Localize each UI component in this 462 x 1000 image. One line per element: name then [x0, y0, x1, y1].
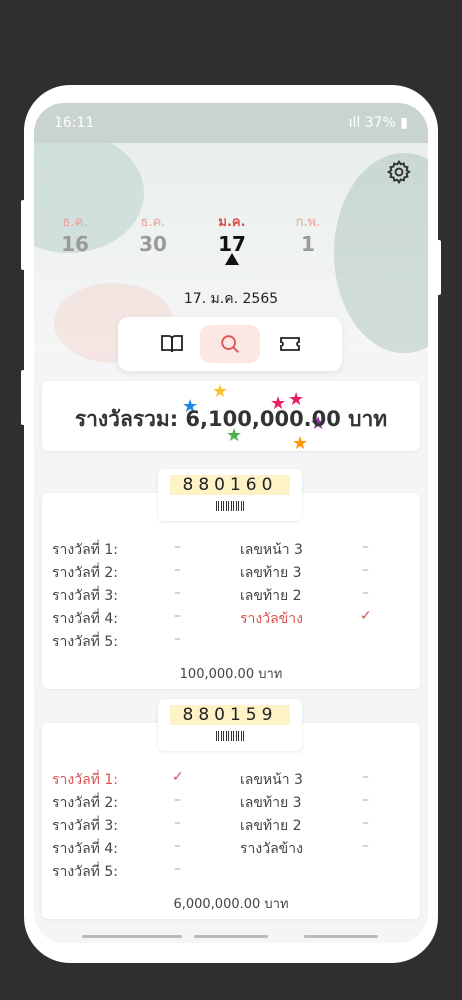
- month-item-dec-30[interactable]: ธ.ค. 30: [118, 211, 188, 256]
- no-match-dash: –: [174, 838, 181, 854]
- total-prize-card: ★ ★ ★ ★ ★ ★ ★ รางวัลรวม: 6,100,000.00 บา…: [42, 381, 420, 454]
- signal-icon: ıll: [348, 115, 365, 131]
- selected-date: 17. ม.ค. 2565: [183, 291, 279, 307]
- month-item-dec-16[interactable]: ธ.ค. 16: [40, 211, 110, 256]
- month-label: ก.พ.: [295, 215, 321, 230]
- barcode-icon: [216, 731, 244, 741]
- month-label: ธ.ค.: [62, 215, 88, 230]
- prize-label: รางวัลที่ 1:: [52, 772, 118, 788]
- decor-blob: [334, 153, 428, 353]
- no-match-dash: –: [174, 539, 181, 555]
- prize-amount: 100,000.00 บาท: [179, 667, 283, 682]
- tab-search[interactable]: [200, 325, 260, 363]
- tab-book[interactable]: [142, 325, 202, 363]
- prize-label: รางวัลที่ 2:: [52, 565, 118, 581]
- status-battery: ıll 37% ▮: [348, 115, 408, 131]
- month-item-jan-17[interactable]: ม.ค. 17: [197, 211, 267, 256]
- book-icon: [161, 335, 183, 353]
- app-screen: 16:11 ıll 37% ▮ ธ.ค. 16 ธ.ค. 30 ม.ค. 17 …: [34, 103, 428, 943]
- no-match-dash: –: [362, 539, 369, 555]
- no-match-dash: –: [362, 792, 369, 808]
- no-match-dash: –: [362, 562, 369, 578]
- status-bar: 16:11 ıll 37% ▮: [34, 103, 428, 143]
- day-label: 30: [139, 232, 167, 256]
- no-match-dash: –: [174, 792, 181, 808]
- selected-indicator-icon: [225, 253, 239, 265]
- confetti-star-icon: ★: [212, 381, 229, 402]
- no-match-dash: –: [362, 838, 369, 854]
- no-match-dash: –: [362, 585, 369, 601]
- no-match-dash: –: [174, 631, 181, 647]
- status-time: 16:11: [54, 115, 95, 131]
- no-match-dash: –: [362, 815, 369, 831]
- no-match-dash: –: [174, 608, 181, 624]
- ticket-number: 880159: [170, 705, 290, 725]
- prize-label: รางวัลที่ 5:: [52, 634, 118, 650]
- prize-label: รางวัลข้าง: [240, 841, 303, 857]
- prize-label: เลขท้าย 3: [240, 795, 302, 811]
- day-label: 1: [301, 232, 315, 256]
- month-label: ธ.ค.: [140, 215, 166, 230]
- prize-label: รางวัลที่ 5:: [52, 864, 118, 880]
- nav-handle: [194, 935, 268, 938]
- prize-label: เลขหน้า 3: [240, 772, 303, 788]
- prize-label: รางวัลที่ 3:: [52, 818, 118, 834]
- prize-label: รางวัลที่ 4:: [52, 611, 118, 627]
- ticket-number-card[interactable]: 880159: [158, 699, 302, 751]
- prize-label: รางวัลข้าง: [240, 611, 303, 627]
- prize-label: รางวัลที่ 1:: [52, 542, 118, 558]
- check-icon: ✓: [172, 769, 184, 785]
- prize-label: รางวัลที่ 4:: [52, 841, 118, 857]
- confetti-star-icon: ★: [292, 433, 309, 454]
- no-match-dash: –: [362, 769, 369, 785]
- no-match-dash: –: [174, 562, 181, 578]
- no-match-dash: –: [174, 815, 181, 831]
- ticket-number: 880160: [170, 475, 290, 495]
- ticket-number-card[interactable]: 880160: [158, 469, 302, 521]
- prize-amount: 6,000,000.00 บาท: [173, 897, 289, 912]
- gear-icon[interactable]: [386, 159, 412, 185]
- tab-ticket[interactable]: [260, 325, 320, 363]
- month-item-feb-1[interactable]: ก.พ. 1: [273, 211, 343, 256]
- prize-label: เลขท้าย 3: [240, 565, 302, 581]
- prize-label: รางวัลที่ 3:: [52, 588, 118, 604]
- prize-label: เลขท้าย 2: [240, 818, 302, 834]
- prize-label: รางวัลที่ 2:: [52, 795, 118, 811]
- search-icon: [221, 335, 239, 353]
- nav-handle: [82, 935, 182, 938]
- prize-label: เลขท้าย 2: [240, 588, 302, 604]
- no-match-dash: –: [174, 861, 181, 877]
- battery-percent: 37%: [364, 115, 396, 131]
- day-label: 16: [61, 232, 89, 256]
- mode-tabs: [118, 317, 342, 371]
- nav-handle: [304, 935, 378, 938]
- result-card: รางวัลที่ 1: รางวัลที่ 2: รางวัลที่ 3: ร…: [42, 723, 420, 919]
- total-prize-text: รางวัลรวม: 6,100,000.00 บาท: [74, 407, 388, 431]
- check-icon: ✓: [360, 608, 372, 624]
- month-label: ม.ค.: [218, 215, 246, 230]
- result-card: รางวัลที่ 1: รางวัลที่ 2: รางวัลที่ 3: ร…: [42, 493, 420, 689]
- no-match-dash: –: [174, 585, 181, 601]
- barcode-icon: [216, 501, 244, 511]
- phone-frame: 16:11 ıll 37% ▮ ธ.ค. 16 ธ.ค. 30 ม.ค. 17 …: [24, 85, 438, 963]
- ticket-icon: [280, 337, 300, 351]
- prize-label: เลขหน้า 3: [240, 542, 303, 558]
